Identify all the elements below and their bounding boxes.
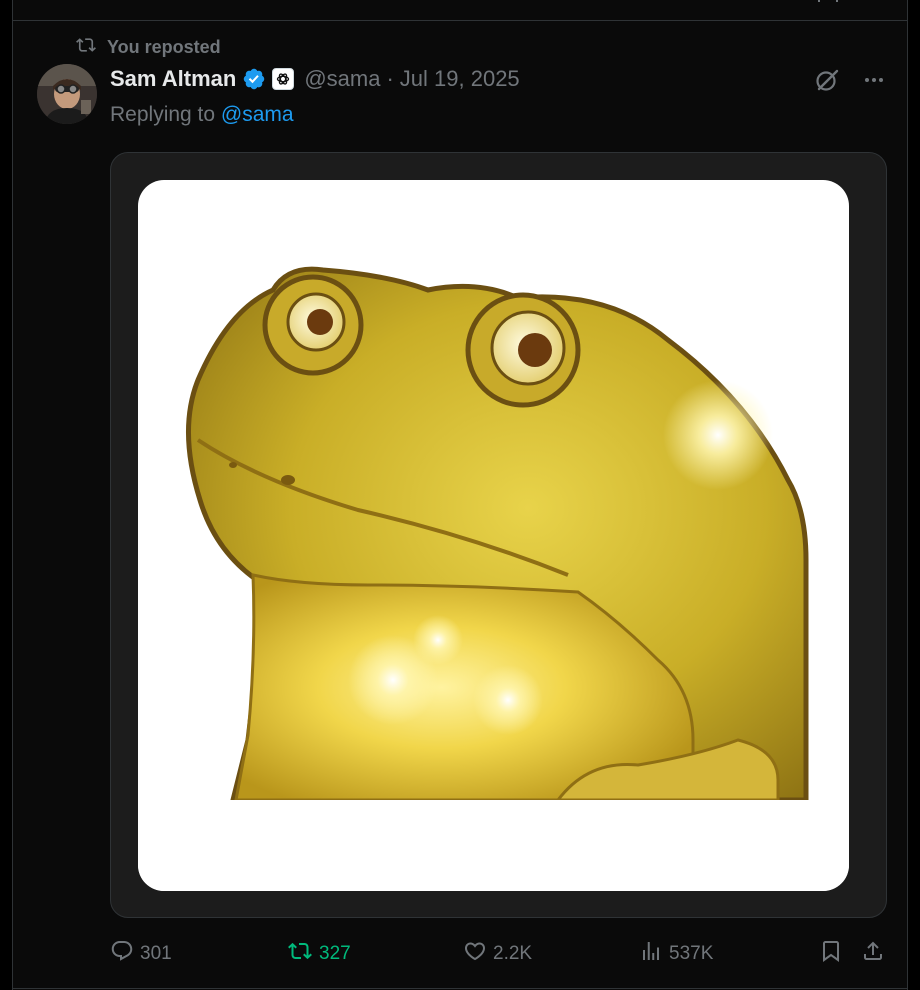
reply-count: 301 [140,943,172,964]
bookmark-icon [819,939,843,969]
repost-icon [287,939,313,969]
share-icon [861,939,885,969]
repost-label: You reposted [107,37,221,57]
views-button[interactable]: 537K [639,939,713,969]
replying-prefix: Replying to [110,103,216,126]
views-chart-icon [639,939,663,969]
repost-icon [75,35,97,60]
repost-button[interactable]: 327 [287,939,351,969]
openai-logo-icon[interactable] [272,68,295,90]
post-top-actions [813,66,885,94]
repost-count: 327 [319,943,351,964]
more-options-icon[interactable] [863,69,885,91]
post-header: Sam Altman @sama · Jul 19, 2025 [110,66,520,92]
verified-badge-icon[interactable] [242,67,266,91]
cut-off-icon [815,0,841,6]
author-name[interactable]: Sam Altman [110,66,236,92]
replying-to: Replying to @sama [110,103,294,127]
top-divider [13,20,907,21]
bottom-divider [13,988,907,989]
post-date[interactable]: Jul 19, 2025 [400,66,520,92]
bookmark-button[interactable] [819,939,843,969]
reply-button[interactable]: 301 [110,939,172,969]
views-count: 537K [669,943,714,964]
avatar[interactable] [37,64,97,124]
author-handle[interactable]: @sama [304,66,380,92]
like-button[interactable]: 2.2K [463,939,532,969]
like-count: 2.2K [493,943,533,964]
golden-frog-image[interactable] [138,180,849,891]
post-actions-bar: 301 327 2.2K 537K [110,938,885,970]
separator-dot: · [386,66,394,91]
reply-icon [110,939,134,969]
media-card[interactable] [110,152,887,918]
heart-icon [463,939,487,969]
grok-icon[interactable] [813,66,841,94]
replying-handle-link[interactable]: @sama [221,103,294,126]
repost-indicator: You reposted [75,35,221,60]
post-frame: You reposted Sam Altman @sama · Jul 19, … [12,0,908,990]
share-button[interactable] [861,939,885,969]
